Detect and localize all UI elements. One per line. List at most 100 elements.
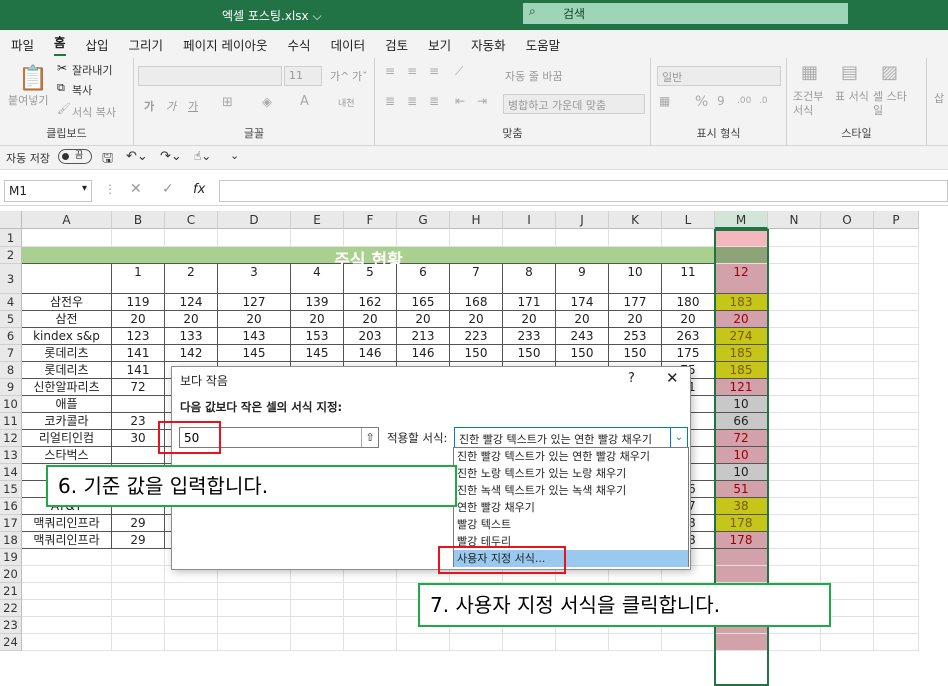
cell[interactable] <box>768 229 821 247</box>
row-header-24[interactable]: 24 <box>0 634 22 651</box>
cell[interactable] <box>821 396 874 413</box>
cell[interactable]: 123 <box>112 328 165 345</box>
cell[interactable] <box>874 600 919 617</box>
row-header-20[interactable]: 20 <box>0 566 22 583</box>
row-header-11[interactable]: 11 <box>0 413 22 430</box>
cell[interactable] <box>821 345 874 362</box>
number-format-combo[interactable]: 일반 <box>657 66 781 86</box>
row-header-18[interactable]: 18 <box>0 532 22 549</box>
cell[interactable] <box>874 396 919 413</box>
cell[interactable] <box>165 600 218 617</box>
cell[interactable]: 174 <box>556 294 609 311</box>
cell[interactable]: 180 <box>662 294 715 311</box>
cell-styles-button[interactable]: 셀 스타일 <box>873 90 913 118</box>
format-option-light-red-fill[interactable]: 연한 빨강 채우기 <box>454 499 688 516</box>
column-header-m[interactable]: M <box>715 211 768 229</box>
cell[interactable]: 127 <box>218 294 291 311</box>
close-icon[interactable]: ✕ <box>666 369 679 387</box>
save-icon[interactable]: 🖫 <box>102 149 113 171</box>
cell[interactable] <box>768 264 821 294</box>
font-size-combo[interactable]: 11 <box>284 66 322 86</box>
grow-font-button[interactable]: 가^ <box>330 68 349 84</box>
font-color-icon[interactable]: A <box>300 94 309 109</box>
row-header-14[interactable]: 14 <box>0 464 22 481</box>
cell[interactable]: 124 <box>165 294 218 311</box>
format-as-table-button[interactable]: 표 서식 <box>835 90 871 104</box>
range-picker-icon[interactable]: ⇧ <box>361 428 378 447</box>
cell[interactable]: 253 <box>609 328 662 345</box>
cell[interactable] <box>874 549 919 566</box>
cell[interactable]: 20 <box>556 311 609 328</box>
help-icon[interactable]: ? <box>628 371 635 386</box>
cell[interactable]: 121 <box>715 379 768 396</box>
currency-icon[interactable]: ▦ <box>659 94 670 108</box>
underline-button[interactable]: 가 <box>188 98 198 114</box>
row-header-1[interactable]: 1 <box>0 229 22 247</box>
cell[interactable] <box>768 634 821 651</box>
row-header-8[interactable]: 8 <box>0 362 22 379</box>
cell[interactable] <box>768 247 821 264</box>
cell[interactable] <box>165 617 218 634</box>
cell[interactable]: 29 <box>112 515 165 532</box>
cell[interactable] <box>556 229 609 247</box>
cell[interactable] <box>821 430 874 447</box>
cell[interactable] <box>291 229 344 247</box>
column-header-g[interactable]: G <box>397 211 450 229</box>
cell[interactable] <box>874 264 919 294</box>
cell[interactable] <box>874 413 919 430</box>
align-center-icon[interactable]: ≣ <box>407 94 417 108</box>
cell[interactable] <box>768 481 821 498</box>
row-header-19[interactable]: 19 <box>0 549 22 566</box>
align-middle-icon[interactable]: ≡ <box>407 64 417 78</box>
orientation-icon[interactable]: ⟋ <box>455 64 463 79</box>
menu-file[interactable]: 파일 <box>11 35 34 54</box>
row-header-16[interactable]: 16 <box>0 498 22 515</box>
cell[interactable]: 223 <box>450 328 503 345</box>
cell[interactable] <box>218 634 291 651</box>
cell[interactable] <box>821 413 874 430</box>
cell[interactable] <box>821 229 874 247</box>
cancel-icon[interactable]: ✕ <box>130 181 142 197</box>
cell[interactable]: 51 <box>715 481 768 498</box>
column-header-f[interactable]: F <box>344 211 397 229</box>
cell[interactable] <box>112 566 165 583</box>
cell[interactable]: 66 <box>715 413 768 430</box>
cell[interactable] <box>874 566 919 583</box>
cell[interactable]: 150 <box>556 345 609 362</box>
column-header-n[interactable]: N <box>768 211 821 229</box>
cell[interactable] <box>112 583 165 600</box>
copy-button[interactable]: 복사 <box>72 82 92 98</box>
cell[interactable] <box>821 481 874 498</box>
bold-button[interactable]: 가 <box>144 98 154 114</box>
column-header-b[interactable]: B <box>112 211 165 229</box>
cell[interactable] <box>503 634 556 651</box>
column-header-e[interactable]: E <box>291 211 344 229</box>
format-option-red-text[interactable]: 빨강 텍스트 <box>454 516 688 533</box>
menu-page-layout[interactable]: 페이지 레이아웃 <box>183 35 267 54</box>
row-header-6[interactable]: 6 <box>0 328 22 345</box>
cell[interactable]: 133 <box>165 328 218 345</box>
cell[interactable] <box>821 549 874 566</box>
cell[interactable]: 10 <box>715 464 768 481</box>
cell[interactable]: 143 <box>218 328 291 345</box>
cell[interactable] <box>874 498 919 515</box>
cell[interactable]: 5 <box>344 264 397 294</box>
cell[interactable] <box>112 617 165 634</box>
row-header-12[interactable]: 12 <box>0 430 22 447</box>
row-header-2[interactable]: 2 <box>0 247 22 264</box>
cell[interactable]: 274 <box>715 328 768 345</box>
cell[interactable] <box>768 396 821 413</box>
cell[interactable]: 141 <box>112 345 165 362</box>
cell[interactable]: 20 <box>503 311 556 328</box>
cell[interactable] <box>768 447 821 464</box>
cell[interactable] <box>821 532 874 549</box>
cell[interactable] <box>768 464 821 481</box>
row-header-17[interactable]: 17 <box>0 515 22 532</box>
cell[interactable]: 스타벅스 <box>22 447 112 464</box>
cell[interactable]: 7 <box>450 264 503 294</box>
cell[interactable]: 150 <box>609 345 662 362</box>
cell[interactable] <box>821 515 874 532</box>
cell[interactable]: 20 <box>662 311 715 328</box>
cell[interactable] <box>874 447 919 464</box>
cell[interactable]: 177 <box>609 294 662 311</box>
